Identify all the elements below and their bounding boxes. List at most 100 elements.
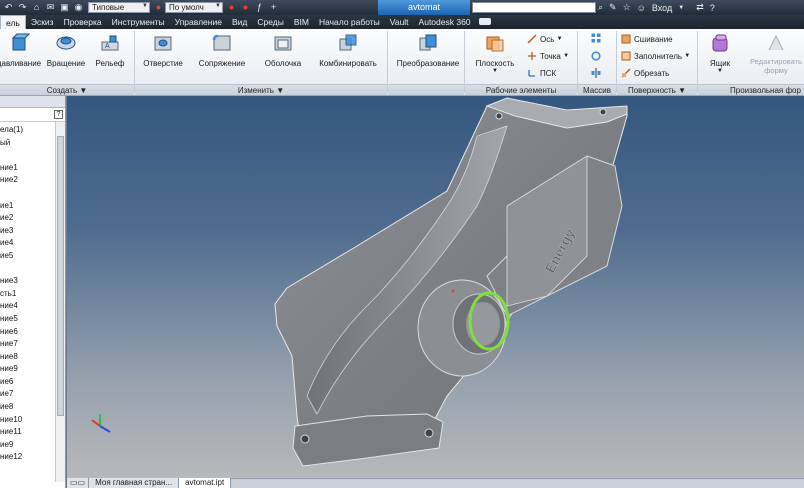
trim-button[interactable]: Обрезать bbox=[621, 68, 669, 78]
tab-autodesk-360[interactable]: Autodesk 360 bbox=[414, 15, 476, 29]
tab-model[interactable]: ель bbox=[0, 15, 26, 29]
tab-inspect[interactable]: Проверка bbox=[59, 15, 107, 29]
browser-tree-item[interactable]: ние2 bbox=[0, 174, 56, 187]
login-label[interactable]: Вход bbox=[652, 3, 672, 13]
axis-button[interactable]: Ось ▼ bbox=[527, 34, 563, 44]
browser-tree-item[interactable]: ие7 bbox=[0, 388, 56, 401]
browser-tree-item[interactable]: ие6 bbox=[0, 376, 56, 389]
browser-tree-item[interactable]: ние3 bbox=[0, 275, 56, 288]
add-icon[interactable]: + bbox=[268, 2, 279, 13]
tab-bim[interactable]: BIM bbox=[289, 15, 314, 29]
tab-view[interactable]: Вид bbox=[227, 15, 252, 29]
material-icon[interactable]: ● bbox=[226, 2, 237, 13]
browser-tree-item[interactable]: ие8 bbox=[0, 401, 56, 414]
transform-button[interactable]: Преобразование bbox=[392, 32, 464, 68]
browser-tree-item[interactable] bbox=[0, 263, 56, 276]
browser-tree-item[interactable]: ние5 bbox=[0, 313, 56, 326]
tab-avtomat-ipt[interactable]: avtomat.ipt bbox=[179, 478, 232, 488]
tab-tools[interactable]: Инструменты bbox=[107, 15, 170, 29]
mail-icon[interactable]: ✉ bbox=[45, 2, 56, 13]
wrench-icon[interactable]: ✎ bbox=[609, 2, 617, 13]
home-icon[interactable]: ⌂ bbox=[31, 2, 42, 13]
browser-scrollbar[interactable] bbox=[55, 122, 65, 482]
fillet-button[interactable]: Сопряжение bbox=[194, 32, 250, 68]
browser-tree-item[interactable]: ие1 bbox=[0, 200, 56, 213]
browser-tree-item[interactable]: ние12 bbox=[0, 451, 56, 464]
revolve-button[interactable]: Вращение bbox=[44, 32, 88, 68]
create-group-label[interactable]: Создать ▼ bbox=[0, 84, 134, 95]
combine-button[interactable]: Комбинировать bbox=[314, 32, 382, 68]
color-combo[interactable]: По умолч ▼ bbox=[165, 2, 223, 13]
work-features-group-label[interactable]: Рабочие элементы bbox=[465, 84, 577, 95]
ribbon-display-toggle[interactable] bbox=[476, 15, 494, 29]
browser-tree-item[interactable]: сть1 bbox=[0, 288, 56, 301]
surface-group-label[interactable]: Поверхность ▼ bbox=[617, 84, 697, 95]
tab-my-home[interactable]: Моя главная стран... bbox=[89, 478, 180, 488]
browser-tree-item[interactable] bbox=[0, 187, 56, 200]
appearance-clear-icon[interactable]: ● bbox=[240, 2, 251, 13]
browser-tree-item[interactable]: ие4 bbox=[0, 237, 56, 250]
graphics-viewport[interactable]: Energy bbox=[67, 96, 804, 478]
search-input[interactable] bbox=[472, 2, 596, 13]
help-icon[interactable]: ? bbox=[710, 3, 715, 13]
browser-tree-item[interactable]: ние6 bbox=[0, 326, 56, 339]
globe-icon[interactable]: ◉ bbox=[73, 2, 84, 13]
modify-group-label[interactable]: Изменить ▼ bbox=[135, 84, 387, 95]
tab-get-started[interactable]: Начало работы bbox=[314, 15, 385, 29]
browser-tree-item[interactable]: ие5 bbox=[0, 250, 56, 263]
scrollbar-thumb[interactable] bbox=[57, 136, 64, 416]
combine-icon bbox=[339, 34, 357, 51]
browser-tree-item[interactable]: ие2 bbox=[0, 212, 56, 225]
star-icon[interactable]: ☆ bbox=[623, 2, 631, 13]
ucs-button[interactable]: ПСК bbox=[527, 68, 556, 78]
style-combo-value: Типовые bbox=[92, 3, 125, 12]
browser-tree-item[interactable]: ние7 bbox=[0, 338, 56, 351]
view-triad[interactable] bbox=[91, 414, 111, 433]
browser-tree-item[interactable]: ние11 bbox=[0, 426, 56, 439]
browser-menu-button[interactable]: ? bbox=[54, 110, 63, 119]
mirror-button[interactable] bbox=[591, 68, 604, 78]
stitch-button[interactable]: Сшивание bbox=[621, 34, 673, 44]
edit-form-button[interactable]: Редактировать форму bbox=[748, 32, 804, 75]
browser-search[interactable]: ? bbox=[0, 108, 65, 122]
box-label: Ящик bbox=[709, 59, 731, 68]
tab-vault[interactable]: Vault bbox=[385, 15, 414, 29]
extrude-button[interactable]: давливание bbox=[0, 32, 44, 68]
rectangular-pattern-icon bbox=[591, 33, 601, 43]
browser-tree-item[interactable]: ела(1) bbox=[0, 124, 56, 137]
point-button[interactable]: Точка ▼ bbox=[527, 51, 569, 61]
browser-tree-item[interactable]: ние10 bbox=[0, 414, 56, 427]
browser-tree-item[interactable]: ние9 bbox=[0, 363, 56, 376]
shell-button[interactable]: Оболочка bbox=[258, 32, 308, 68]
style-combo[interactable]: Типовые ▼ bbox=[88, 2, 150, 13]
box-button[interactable]: Ящик ▼ bbox=[702, 32, 738, 74]
tab-manage[interactable]: Управление bbox=[170, 15, 227, 29]
emboss-button[interactable]: A Рельеф bbox=[92, 32, 128, 68]
browser-tree-item[interactable]: ый bbox=[0, 137, 56, 150]
undo-icon[interactable]: ↶ bbox=[3, 2, 14, 13]
rectangular-pattern-button[interactable] bbox=[591, 33, 604, 43]
browser-tree-item[interactable]: ие3 bbox=[0, 225, 56, 238]
redo-icon[interactable]: ↷ bbox=[17, 2, 28, 13]
fx-icon[interactable]: ƒ bbox=[254, 2, 265, 13]
tab-layout-icon[interactable]: ▭▭ bbox=[67, 478, 90, 488]
hole-button[interactable]: Отверстие bbox=[140, 32, 186, 68]
browser-tree-item[interactable] bbox=[0, 149, 56, 162]
browser-tree-item[interactable]: ие9 bbox=[0, 439, 56, 452]
surface-label-text: Поверхность bbox=[627, 86, 676, 95]
exchange-icon[interactable]: ⇄ bbox=[696, 2, 704, 13]
edit-form-label-1: Редактировать bbox=[750, 57, 802, 66]
circular-pattern-button[interactable] bbox=[591, 51, 604, 61]
user-icon[interactable]: ☺ bbox=[637, 3, 646, 13]
tab-environments[interactable]: Среды bbox=[252, 15, 288, 29]
patch-button[interactable]: Заполнитель ▼ bbox=[621, 51, 690, 61]
binoculars-icon[interactable]: ⌕ bbox=[598, 2, 603, 13]
update-icon[interactable]: ▣ bbox=[59, 2, 70, 13]
plane-button[interactable]: Плоскость ▼ bbox=[470, 32, 520, 74]
browser-tree-item[interactable]: ние8 bbox=[0, 351, 56, 364]
chevron-down-icon[interactable]: ▼ bbox=[678, 5, 684, 11]
circular-pattern-icon bbox=[591, 51, 601, 61]
browser-tree-item[interactable]: ние4 bbox=[0, 300, 56, 313]
browser-tree-item[interactable]: ние1 bbox=[0, 162, 56, 175]
tab-sketch[interactable]: Эскиз bbox=[26, 15, 59, 29]
